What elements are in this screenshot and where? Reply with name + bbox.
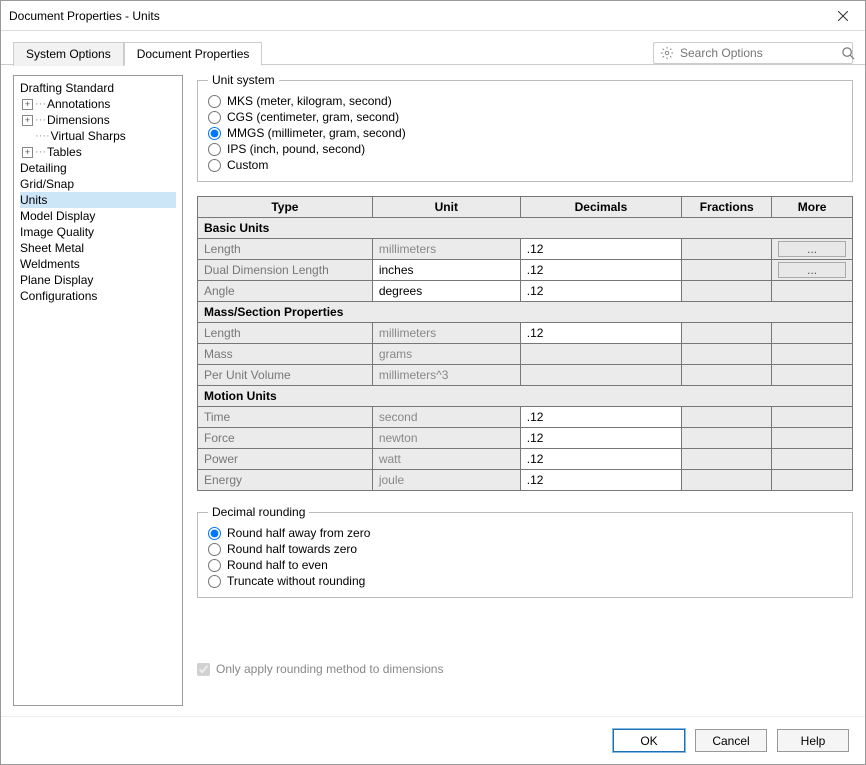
section-basic-units: Basic Units (198, 218, 853, 239)
only-apply-label: Only apply rounding method to dimensions (216, 662, 443, 676)
cell-decimals[interactable]: .12 (520, 449, 681, 470)
decimal-rounding-group: Decimal rounding Round half away from ze… (197, 505, 853, 598)
only-apply-input (197, 663, 210, 676)
tab-bar: System Options Document Properties (13, 41, 262, 65)
tree-virtual-sharps[interactable]: ····Virtual Sharps (20, 128, 176, 144)
cell-decimals[interactable]: .12 (520, 323, 681, 344)
row-energy: Energy joule .12 (198, 470, 853, 491)
close-button[interactable] (820, 1, 865, 30)
radio-half-away[interactable]: Round half away from zero (208, 525, 842, 541)
tree-sheet-metal[interactable]: Sheet Metal (20, 240, 176, 256)
radio-mmgs[interactable]: MMGS (millimeter, gram, second) (208, 125, 842, 141)
more-button[interactable]: ... (778, 241, 846, 257)
tree-image-quality[interactable]: Image Quality (20, 224, 176, 240)
table-header-row: Type Unit Decimals Fractions More (198, 197, 853, 218)
more-button[interactable]: ... (778, 262, 846, 278)
gear-icon (660, 45, 674, 61)
tree-configurations[interactable]: Configurations (20, 288, 176, 304)
row-dual-dimension: Dual Dimension Length inches .12 ... (198, 260, 853, 281)
close-icon (838, 11, 848, 21)
row-mass: Mass grams (198, 344, 853, 365)
radio-cgs[interactable]: CGS (centimeter, gram, second) (208, 109, 842, 125)
section-motion: Motion Units (198, 386, 853, 407)
tree-model-display[interactable]: Model Display (20, 208, 176, 224)
cell-unit[interactable]: inches (372, 260, 520, 281)
dialog-footer: OK Cancel Help (1, 716, 865, 764)
th-unit: Unit (372, 197, 520, 218)
expand-icon[interactable]: + (22, 99, 33, 110)
tree-label: Virtual Sharps (51, 129, 126, 143)
cell-decimals[interactable]: .12 (520, 470, 681, 491)
tree-label: Tables (47, 145, 82, 159)
search-icon (841, 45, 856, 61)
tree-tables[interactable]: +···Tables (20, 144, 176, 160)
cell-unit[interactable]: degrees (372, 281, 520, 302)
row-length: Length millimeters .12 ... (198, 239, 853, 260)
cell-decimals[interactable]: .12 (520, 260, 681, 281)
cell-decimals[interactable]: .12 (520, 239, 681, 260)
units-table: Type Unit Decimals Fractions More Basic … (197, 196, 853, 491)
radio-custom[interactable]: Custom (208, 157, 842, 173)
th-decimals: Decimals (520, 197, 681, 218)
only-apply-checkbox: Only apply rounding method to dimensions (197, 662, 853, 676)
dialog-body: Drafting Standard +···Annotations +···Di… (1, 64, 865, 716)
row-force: Force newton .12 (198, 428, 853, 449)
tree-panel: Drafting Standard +···Annotations +···Di… (13, 75, 183, 706)
tree-label: Annotations (47, 97, 110, 111)
ok-button[interactable]: OK (613, 729, 685, 752)
tab-system-options[interactable]: System Options (13, 42, 124, 66)
help-button[interactable]: Help (777, 729, 849, 752)
th-more: More (772, 197, 853, 218)
cell-decimals[interactable]: .12 (520, 428, 681, 449)
cancel-button[interactable]: Cancel (695, 729, 767, 752)
row-time: Time second .12 (198, 407, 853, 428)
tree-plane-display[interactable]: Plane Display (20, 272, 176, 288)
expand-icon[interactable]: + (22, 147, 33, 158)
row-angle: Angle degrees .12 (198, 281, 853, 302)
search-options[interactable] (653, 42, 853, 64)
tree-units[interactable]: Units (20, 192, 176, 208)
tree-weldments[interactable]: Weldments (20, 256, 176, 272)
tree-detailing[interactable]: Detailing (20, 160, 176, 176)
radio-half-even[interactable]: Round half to even (208, 557, 842, 573)
tree-annotations[interactable]: +···Annotations (20, 96, 176, 112)
cell-decimals[interactable]: .12 (520, 407, 681, 428)
tree-dimensions[interactable]: +···Dimensions (20, 112, 176, 128)
tab-document-properties[interactable]: Document Properties (124, 42, 263, 66)
titlebar: Document Properties - Units (1, 1, 865, 31)
topbar: System Options Document Properties (1, 31, 865, 65)
th-type: Type (198, 197, 373, 218)
dialog-title: Document Properties - Units (9, 9, 160, 23)
cell-decimals[interactable]: .12 (520, 281, 681, 302)
row-length-mass: Length millimeters .12 (198, 323, 853, 344)
section-mass: Mass/Section Properties (198, 302, 853, 323)
expand-icon[interactable]: + (22, 115, 33, 126)
tree-drafting-standard[interactable]: Drafting Standard (20, 80, 176, 96)
radio-truncate[interactable]: Truncate without rounding (208, 573, 842, 589)
rounding-legend: Decimal rounding (208, 505, 309, 519)
row-per-volume: Per Unit Volume millimeters^3 (198, 365, 853, 386)
radio-half-towards[interactable]: Round half towards zero (208, 541, 842, 557)
unit-system-group: Unit system MKS (meter, kilogram, second… (197, 73, 853, 182)
unit-system-legend: Unit system (208, 73, 279, 87)
content-panel: Unit system MKS (meter, kilogram, second… (183, 65, 853, 716)
radio-ips[interactable]: IPS (inch, pound, second) (208, 141, 842, 157)
search-input[interactable] (680, 46, 835, 60)
th-fractions: Fractions (682, 197, 772, 218)
row-power: Power watt .12 (198, 449, 853, 470)
tree-label: Dimensions (47, 113, 110, 127)
tree-grid-snap[interactable]: Grid/Snap (20, 176, 176, 192)
radio-mks[interactable]: MKS (meter, kilogram, second) (208, 93, 842, 109)
dialog-window: Document Properties - Units System Optio… (0, 0, 866, 765)
